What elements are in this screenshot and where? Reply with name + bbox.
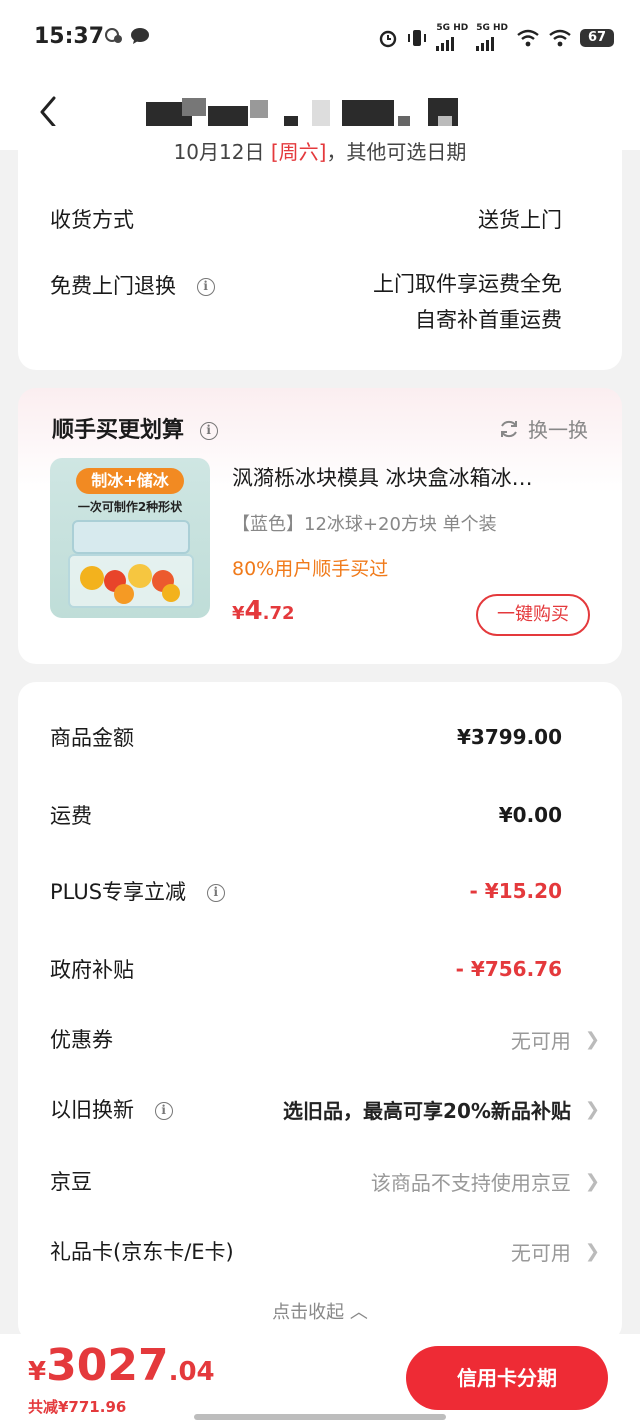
delivery-method-row: 收货方式 送货上门 — [50, 204, 562, 234]
price-detail-card: 商品金额 ¥3799.00 运费 ¥0.00 PLUS专享立减 i - ¥15.… — [18, 682, 622, 1342]
swap-button[interactable]: 换一换 — [498, 414, 588, 443]
price-row-value: - ¥756.76 — [455, 957, 562, 981]
price-row-value: 无可用 — [510, 1240, 571, 1265]
product-image-subtitle: 一次可制作2种形状 — [77, 500, 183, 514]
product-spec: 【蓝色】12冰球+20方块 单个装 — [232, 514, 497, 535]
price-row-label: 以旧换新 — [50, 1098, 134, 1122]
price-row-plus: PLUS专享立减 i - ¥15.20 — [50, 876, 562, 906]
signal-1: 5G HD — [436, 24, 468, 51]
bottom-bar: ¥3027.04 共减¥771.96 信用卡分期 — [0, 1334, 640, 1422]
recommend-title: 顺手买更划算 i — [52, 412, 218, 444]
price-row-label: 礼品卡(京东卡/E卡) — [50, 1240, 234, 1264]
recommend-card: 顺手买更划算 i 换一换 制冰+储冰 一次可制作2种形状 沨漪栎冰块模具 冰块盒… — [18, 388, 622, 664]
price-row-value: ¥3799.00 — [456, 725, 562, 749]
credit-card-installment-button[interactable]: 信用卡分期 — [406, 1346, 608, 1410]
one-click-buy-button[interactable]: 一键购买 — [476, 594, 590, 636]
alarm-icon — [380, 30, 397, 47]
price-row-label: PLUS专享立减 — [50, 880, 187, 904]
price-row-giftcard[interactable]: 礼品卡(京东卡/E卡) 无可用 ❯ — [50, 1236, 600, 1266]
price-row-goods: 商品金额 ¥3799.00 — [50, 722, 562, 752]
info-icon[interactable]: i — [199, 422, 218, 440]
delivery-card: 10月12日 [周六]，其他可选日期 收货方式 送货上门 免费上门退换 i 上门… — [18, 126, 622, 370]
price-row-label: 政府补贴 — [50, 958, 134, 982]
free-return-value-2: 自寄补首重运费 — [415, 308, 562, 332]
price-row-label: 运费 — [50, 804, 92, 828]
price-row-label: 优惠券 — [50, 1028, 113, 1052]
refresh-icon — [501, 420, 517, 437]
price-row-shipping: 运费 ¥0.00 — [50, 800, 562, 830]
chevron-right-icon: ❯ — [584, 1240, 600, 1262]
collapse-button[interactable]: 点击收起 ︿ — [18, 1298, 622, 1324]
product-social-proof: 80%用户顺手买过 — [232, 558, 389, 580]
status-bar: 15:37 5G HD 5G HD 67 — [0, 0, 640, 78]
info-icon[interactable]: i — [206, 884, 225, 902]
total-price: ¥3027.04 — [28, 1340, 215, 1391]
fruit-graphic — [80, 566, 104, 590]
product-price: ¥4.72 — [232, 596, 295, 626]
price-row-label: 京豆 — [50, 1170, 92, 1194]
status-time: 15:37 — [34, 24, 105, 49]
price-row-jingdou[interactable]: 京豆 该商品不支持使用京豆 ❯ — [50, 1166, 600, 1196]
fruit-graphic — [128, 564, 152, 588]
delivery-method-label: 收货方式 — [50, 208, 134, 232]
wechat-icon — [105, 28, 122, 43]
price-row-coupon[interactable]: 优惠券 无可用 ❯ — [50, 1024, 600, 1054]
product-name[interactable]: 沨漪栎冰块模具 冰块盒冰箱冰… — [232, 462, 588, 492]
delivery-day-highlight: [周六] — [270, 140, 327, 162]
home-indicator[interactable] — [194, 1414, 446, 1420]
price-row-value: ¥0.00 — [498, 803, 562, 827]
free-return-value-1: 上门取件享运费全免 — [373, 272, 562, 296]
wifi-icon — [549, 29, 571, 46]
delivery-date-line: 10月12日 [周六]，其他可选日期 — [173, 140, 467, 162]
chevron-right-icon: ❯ — [584, 1028, 600, 1050]
vibrate-icon — [408, 29, 427, 46]
info-icon[interactable]: i — [196, 278, 215, 296]
free-return-row: 免费上门退换 i 上门取件享运费全免 自寄补首重运费 — [50, 270, 562, 338]
price-row-trade-in[interactable]: 以旧换新 i 选旧品，最高可享20%新品补贴 ❯ — [50, 1094, 600, 1124]
delivery-method-value: 送货上门 — [478, 208, 562, 232]
price-row-label: 商品金额 — [50, 726, 134, 750]
fruit-graphic — [162, 584, 180, 602]
chevron-right-icon: ❯ — [584, 1170, 600, 1192]
chevron-right-icon: ❯ — [584, 1098, 600, 1120]
product-image-badge: 制冰+储冰 — [76, 468, 184, 494]
product-image[interactable]: 制冰+储冰 一次可制作2种形状 — [50, 458, 210, 618]
wifi-plus-icon — [517, 29, 539, 46]
fruit-graphic — [114, 584, 134, 604]
signal-2: 5G HD — [476, 24, 508, 51]
ice-tray-graphic — [72, 520, 190, 554]
free-return-label: 免费上门退换 — [50, 274, 176, 298]
swap-label: 换一换 — [528, 418, 588, 442]
battery-indicator: 67 — [580, 28, 614, 47]
total-saved: 共减¥771.96 — [28, 1398, 127, 1416]
price-row-value: 选旧品，最高可享20%新品补贴 — [283, 1098, 571, 1123]
price-row-subsidy: 政府补贴 - ¥756.76 — [50, 954, 562, 984]
info-icon[interactable]: i — [154, 1102, 173, 1120]
price-row-value: 无可用 — [510, 1028, 571, 1053]
price-row-value: 该商品不支持使用京豆 — [370, 1170, 571, 1195]
message-icon — [131, 28, 149, 44]
price-row-value: - ¥15.20 — [469, 879, 562, 903]
